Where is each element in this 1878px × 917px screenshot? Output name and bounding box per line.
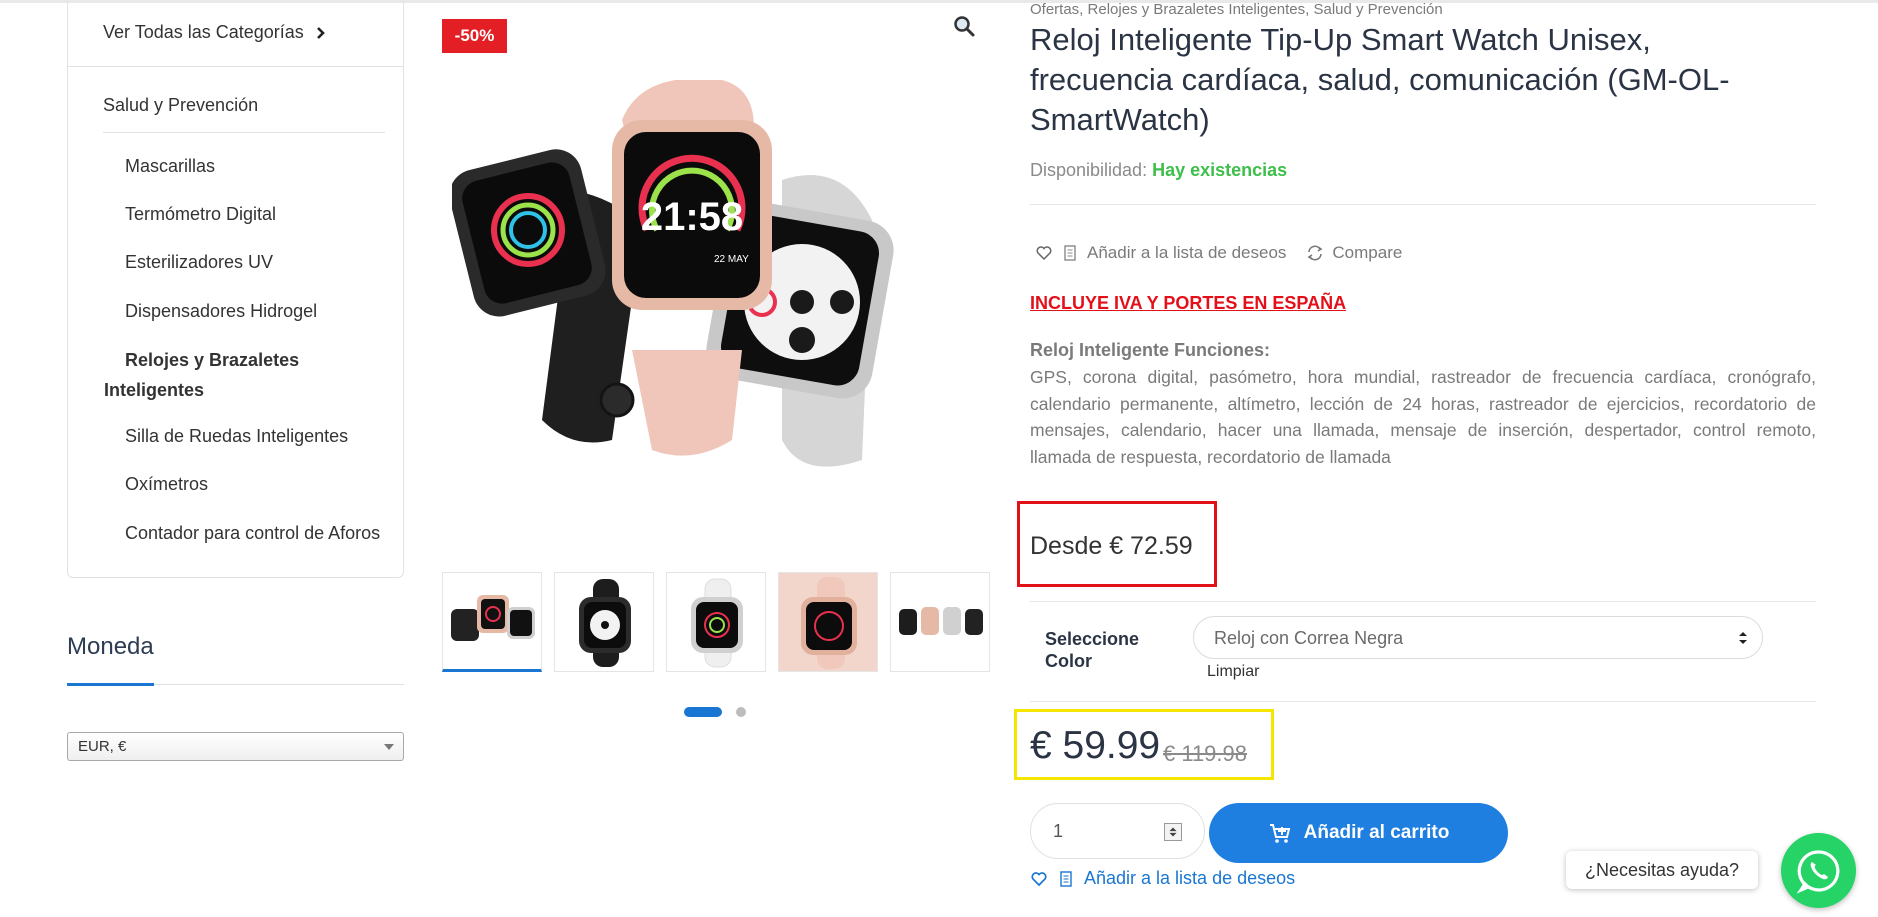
divider (1030, 601, 1816, 602)
carousel-dots (684, 707, 746, 717)
quantity-stepper[interactable]: 1 (1030, 803, 1205, 859)
chevron-right-icon (316, 26, 325, 39)
thumbnail-4[interactable] (778, 572, 878, 672)
thumb-image-1 (451, 595, 535, 641)
dropdown-arrow-icon (384, 744, 394, 750)
heart-icon[interactable] (1030, 870, 1048, 888)
divider (67, 66, 404, 67)
add-to-cart-label: Añadir al carrito (1303, 822, 1450, 843)
thumb-image-4 (779, 573, 877, 671)
subcategory-termometro[interactable]: Termómetro Digital (125, 204, 276, 225)
currency-select[interactable]: EUR, € (67, 732, 404, 761)
thumbnail-2[interactable] (554, 572, 654, 672)
add-to-wishlist-link[interactable]: Añadir a la lista de deseos (1087, 243, 1286, 263)
carousel-dot-1[interactable] (684, 707, 722, 717)
svg-text:21:58: 21:58 (641, 195, 743, 239)
subcategory-dispensadores[interactable]: Dispensadores Hidrogel (125, 301, 317, 322)
old-price: € 119.98 (1163, 741, 1248, 766)
add-to-cart-button[interactable]: Añadir al carrito (1209, 803, 1508, 863)
clear-selection-link[interactable]: Limpiar (1207, 663, 1259, 681)
breadcrumb[interactable]: Ofertas, Relojes y Brazaletes Inteligent… (1030, 1, 1443, 18)
thumbnail-3[interactable] (666, 572, 766, 672)
cart-add-icon (1269, 824, 1290, 843)
divider (103, 132, 385, 133)
subcategory-mascarillas[interactable]: Mascarillas (125, 156, 215, 177)
all-categories-label[interactable]: Ver Todas las Categorías (103, 22, 304, 43)
color-select[interactable]: Reloj con Correa Negra (1193, 616, 1763, 659)
thumbnail-strip (442, 572, 990, 672)
availability: Disponibilidad: Hay existencias (1030, 160, 1287, 181)
subcategory-oximetros[interactable]: Oxímetros (125, 474, 208, 495)
subcategory-contador-aforos[interactable]: Contador para control de Aforos (125, 523, 380, 544)
wishlist-row-bottom: Añadir a la lista de deseos (1030, 868, 1295, 889)
color-select-value: Reloj con Correa Negra (1214, 628, 1404, 648)
wishlist-compare-row: Añadir a la lista de deseos Compare (1035, 243, 1402, 263)
color-select-label: Seleccione Color (1045, 629, 1140, 671)
carousel-dot-2[interactable] (736, 707, 746, 717)
availability-label: Disponibilidad: (1030, 160, 1148, 180)
svg-text:22 MAY: 22 MAY (714, 254, 749, 265)
product-main-image[interactable]: 21:58 22 MAY (452, 80, 972, 480)
category-salud-prevencion[interactable]: Salud y Prevención (103, 95, 258, 116)
thumb-image-5 (899, 607, 983, 635)
current-price: € 59.99 (1030, 724, 1161, 767)
subcategory-esterilizadores[interactable]: Esterilizadores UV (125, 252, 273, 273)
active-category-line2: Inteligentes (104, 380, 205, 400)
active-category-line1: Relojes y Brazaletes (125, 350, 300, 370)
compare-icon[interactable] (1306, 244, 1324, 262)
subcategory-relojes-active[interactable]: Relojes y Brazaletes Inteligentes (104, 345, 395, 405)
zoom-magnifier-icon[interactable] (952, 14, 976, 38)
divider (1030, 701, 1816, 702)
quantity-value: 1 (1053, 821, 1064, 841)
whatsapp-button[interactable] (1781, 833, 1856, 908)
subcategory-silla-ruedas[interactable]: Silla de Ruedas Inteligentes (125, 426, 348, 447)
divider (1030, 204, 1816, 205)
category-panel (67, 0, 404, 578)
thumb-image-2 (579, 579, 631, 667)
select-updown-icon (1739, 632, 1747, 644)
add-to-wishlist-link-bottom[interactable]: Añadir a la lista de deseos (1084, 868, 1295, 889)
sale-badge: -50% (442, 19, 507, 53)
thumbnail-5[interactable] (890, 572, 990, 672)
currency-value: EUR, € (78, 738, 127, 755)
from-price: Desde € 72.59 (1030, 532, 1193, 560)
all-categories-link[interactable]: Ver Todas las Categorías (103, 22, 328, 43)
list-icon (1064, 245, 1076, 261)
thumbnail-1[interactable] (442, 572, 542, 672)
features-title: Reloj Inteligente Funciones: (1030, 340, 1271, 360)
thumb-image-3 (691, 578, 743, 668)
whatsapp-icon (1796, 849, 1839, 894)
compare-link[interactable]: Compare (1332, 243, 1402, 263)
pink-watch-illustration: 21:58 22 MAY (612, 80, 772, 456)
help-bubble[interactable]: ¿Necesitas ayuda? (1566, 851, 1758, 889)
features-description: GPS, corona digital, pasómetro, hora mun… (1030, 367, 1816, 467)
heart-icon[interactable] (1035, 244, 1053, 262)
spinner-icon[interactable] (1164, 823, 1182, 841)
promo-text[interactable]: INCLUYE IVA Y PORTES EN ESPAÑA (1030, 293, 1346, 314)
availability-status: Hay existencias (1152, 160, 1288, 180)
list-icon (1060, 870, 1072, 887)
product-title: Reloj Inteligente Tip-Up Smart Watch Uni… (1030, 22, 1730, 137)
title-accent (67, 683, 154, 686)
currency-title: Moneda (67, 633, 154, 660)
